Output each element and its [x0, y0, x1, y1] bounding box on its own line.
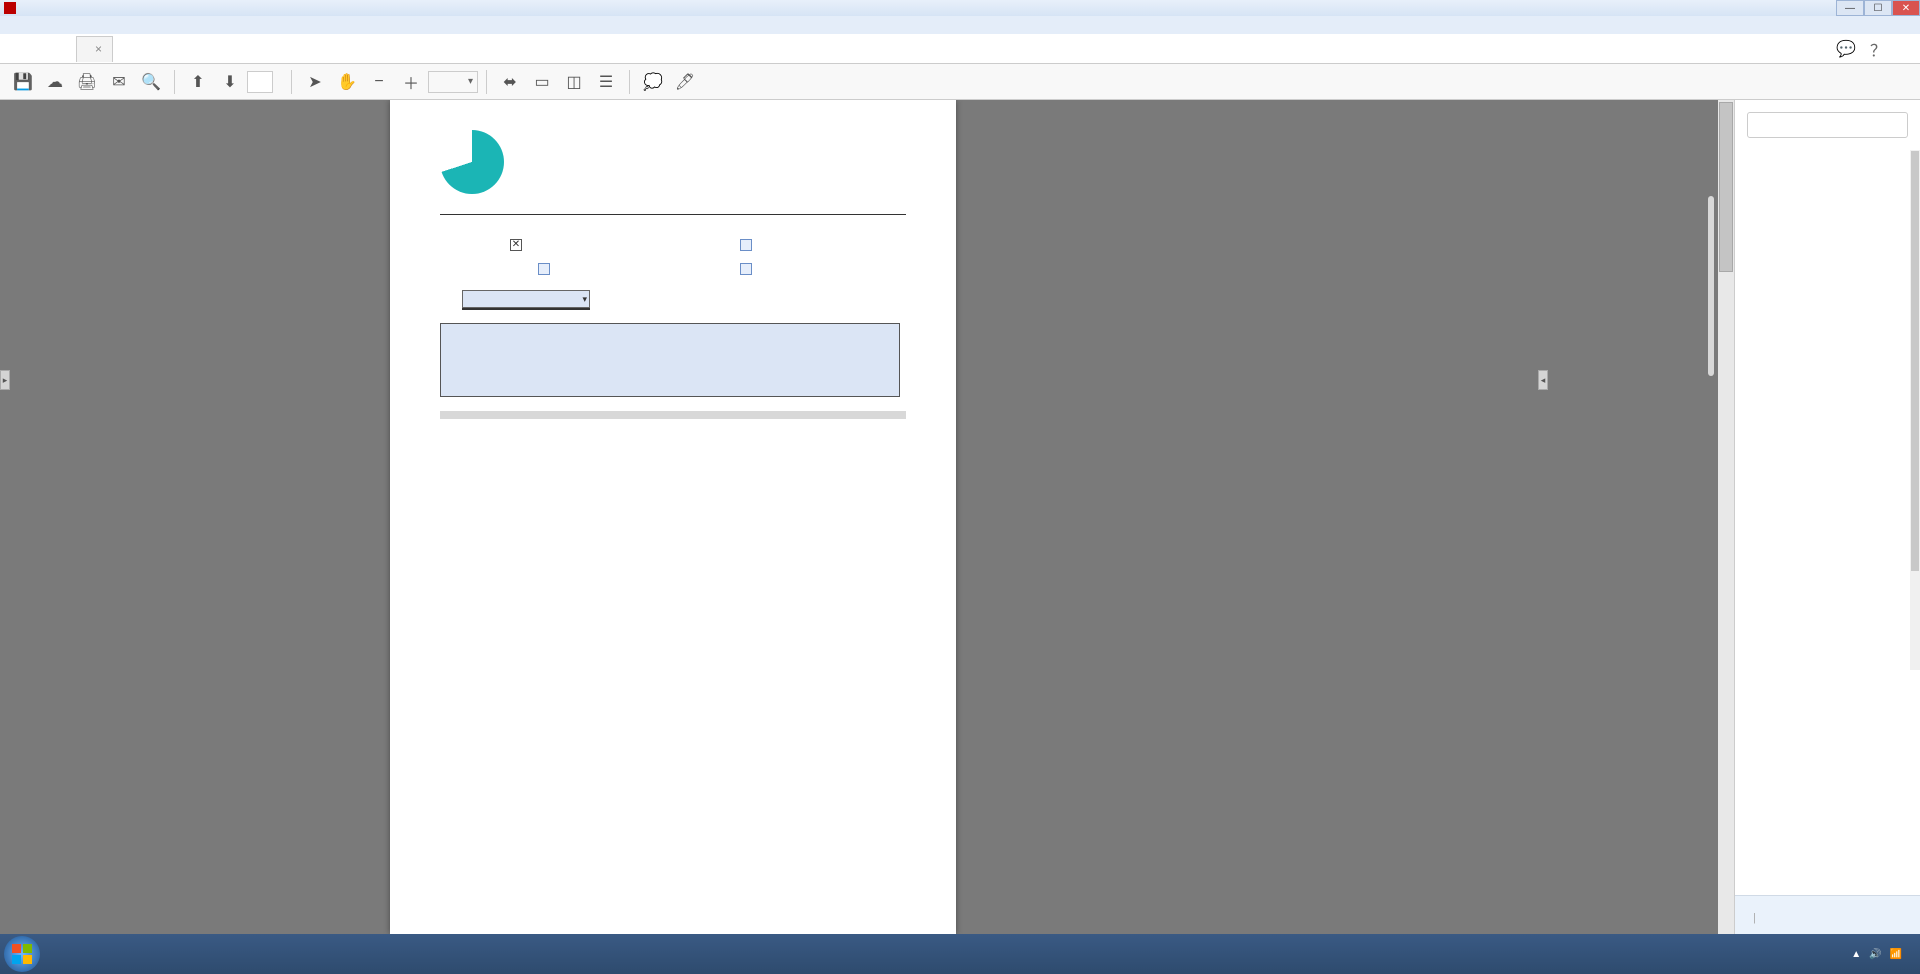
tools-panel: | — [1734, 100, 1920, 934]
close-button[interactable]: ✕ — [1892, 0, 1920, 16]
cloud-icon[interactable]: ☁ — [40, 68, 70, 96]
dept-marketing-checkbox[interactable]: ✕ — [510, 239, 522, 251]
fit-page-icon[interactable]: ▭ — [527, 68, 557, 96]
dropdown-list — [462, 308, 590, 310]
dept-sales-checkbox[interactable] — [538, 263, 550, 275]
doc-scroll-thumb[interactable] — [1719, 102, 1733, 272]
notifications-icon[interactable]: 💬 — [1836, 39, 1856, 59]
dept-support-checkbox[interactable] — [740, 263, 752, 275]
doc-scrollbar[interactable] — [1718, 100, 1734, 934]
close-tab-icon[interactable]: × — [95, 42, 102, 56]
document-tab[interactable]: × — [76, 36, 113, 62]
fit-width-icon[interactable]: ⬌ — [495, 68, 525, 96]
company-logo-icon — [440, 130, 504, 194]
document-viewport[interactable]: ▸ ◂ ✕ — [0, 100, 1734, 934]
tray-volume-icon[interactable]: 🔊 — [1869, 949, 1881, 960]
windows-logo-icon — [12, 944, 32, 964]
toolbar-divider — [291, 70, 292, 94]
window-titlebar: — ☐ ✕ — [0, 0, 1920, 16]
selection-tool-icon[interactable]: ➤ — [300, 68, 330, 96]
tab-home[interactable] — [0, 34, 36, 63]
page-thumb-scrollbar[interactable] — [1708, 196, 1714, 376]
app-icon — [4, 2, 16, 14]
left-panel-expander[interactable]: ▸ — [0, 370, 10, 390]
zoom-in-icon[interactable]: ＋ — [396, 68, 426, 96]
minimize-button[interactable]: — — [1836, 0, 1864, 16]
tray-network-icon[interactable]: 📶 — [1890, 949, 1902, 960]
feedback-header-row — [440, 411, 906, 419]
zoom-out-icon[interactable]: − — [364, 68, 394, 96]
system-tray: ▲ 🔊 📶 — [1843, 949, 1916, 960]
toolbar-divider — [629, 70, 630, 94]
toolbar-divider — [486, 70, 487, 94]
help-icon[interactable]: ？ — [1870, 37, 1886, 61]
page-up-icon[interactable]: ⬆ — [183, 68, 213, 96]
general-comments-field[interactable] — [440, 323, 900, 397]
page-number-input[interactable] — [247, 71, 273, 93]
print-icon[interactable]: 🖨 — [72, 68, 102, 96]
menu-bar — [0, 16, 1920, 34]
form-title — [440, 212, 906, 215]
tools-search-input[interactable] — [1747, 112, 1908, 138]
hand-tool-icon[interactable]: ✋ — [332, 68, 362, 96]
comment-bubble-icon[interactable]: 💭 — [638, 68, 668, 96]
start-button[interactable] — [4, 936, 40, 972]
zoom-select[interactable] — [428, 71, 478, 93]
highlight-icon[interactable]: 🖊 — [670, 68, 700, 96]
dropdown-selected[interactable] — [462, 290, 590, 308]
tab-tools[interactable] — [36, 34, 72, 63]
trial-expired-banner: | — [1735, 895, 1920, 934]
top-tab-bar: × 💬 ？ — [0, 34, 1920, 64]
taskbar: ▲ 🔊 📶 — [0, 934, 1920, 974]
tools-scroll-thumb[interactable] — [1911, 151, 1919, 571]
page-down-icon[interactable]: ⬇ — [215, 68, 245, 96]
search-icon[interactable]: 🔍 — [136, 68, 166, 96]
save-icon[interactable]: 💾 — [8, 68, 38, 96]
read-mode-icon[interactable]: ☰ — [591, 68, 621, 96]
toolbar-divider — [174, 70, 175, 94]
tray-flag-icon[interactable]: ▲ — [1851, 949, 1861, 960]
pdf-page: ✕ — [390, 100, 956, 934]
right-panel-collapser[interactable]: ◂ — [1538, 370, 1548, 390]
dept-finance-checkbox[interactable] — [740, 239, 752, 251]
toolbar: 💾 ☁ 🖨 ✉ 🔍 ⬆ ⬇ ➤ ✋ − ＋ ⬌ ▭ ◫ ☰ 💭 🖊 — [0, 64, 1920, 100]
email-icon[interactable]: ✉ — [104, 68, 134, 96]
tools-scrollbar[interactable] — [1910, 150, 1920, 670]
timespent-dropdown[interactable] — [462, 290, 590, 308]
fit-visible-icon[interactable]: ◫ — [559, 68, 589, 96]
maximize-button[interactable]: ☐ — [1864, 0, 1892, 16]
